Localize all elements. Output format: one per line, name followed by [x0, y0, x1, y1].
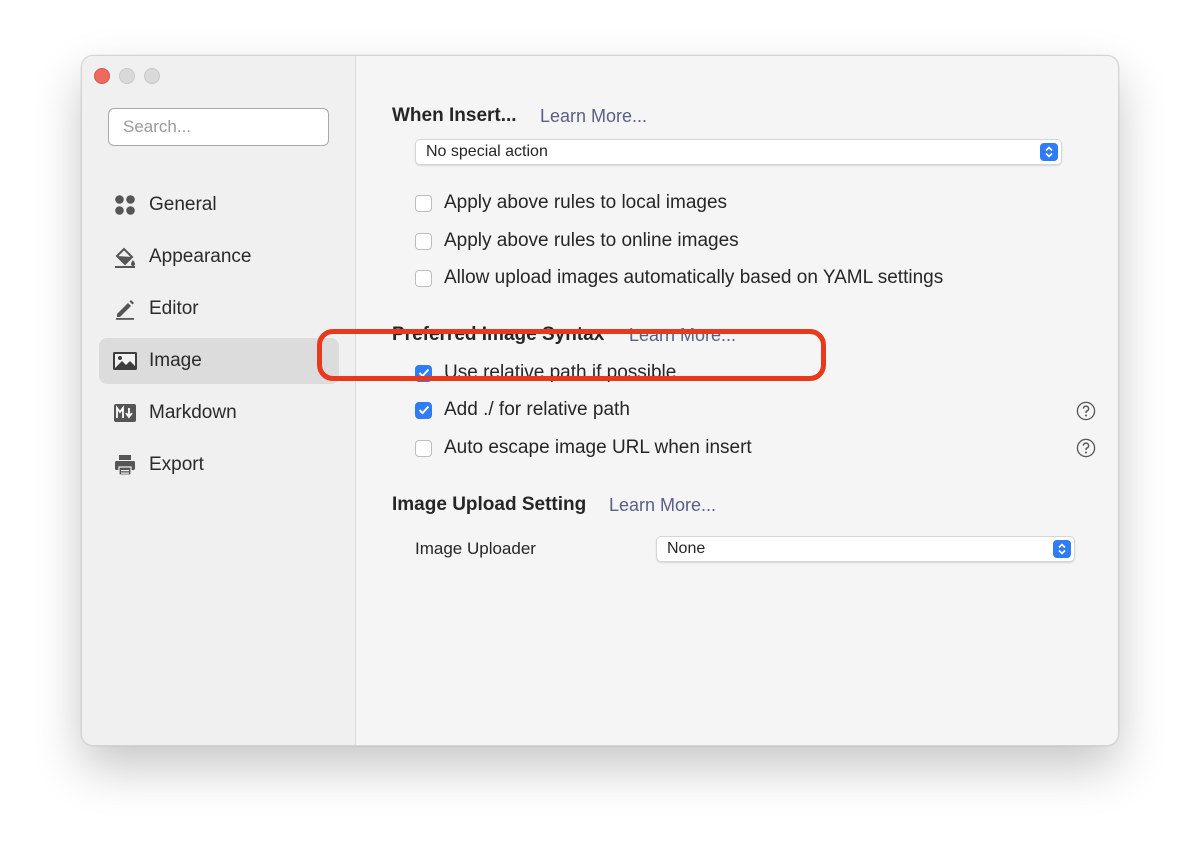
- sidebar-item-label: Editor: [149, 298, 199, 319]
- sidebar-item-label: Appearance: [149, 246, 252, 267]
- apply-local-images-checkbox[interactable]: [415, 194, 432, 212]
- option-label: Auto escape image URL when insert: [444, 437, 752, 458]
- option-label: Use relative path if possible: [444, 362, 677, 383]
- general-icon: [112, 192, 138, 218]
- image-uploader-label: Image Uploader: [415, 539, 536, 558]
- help-icon[interactable]: [1076, 438, 1096, 458]
- when-insert-learn-more-link[interactable]: Learn More...: [540, 106, 647, 127]
- option-label: Add ./ for relative path: [444, 399, 630, 420]
- relative-path-checkbox[interactable]: [415, 364, 432, 382]
- printer-icon: [112, 452, 138, 478]
- image-syntax-learn-more-link[interactable]: Learn More...: [629, 325, 736, 346]
- search-input[interactable]: [108, 108, 329, 146]
- option-label: Apply above rules to online images: [444, 230, 739, 251]
- yaml-upload-checkbox[interactable]: [415, 269, 432, 287]
- apply-online-images-option[interactable]: Apply above rules to online images: [415, 230, 739, 252]
- sidebar-item-appearance[interactable]: Appearance: [99, 234, 339, 280]
- yaml-upload-option[interactable]: Allow upload images automatically based …: [415, 267, 943, 289]
- upload-setting-learn-more-link[interactable]: Learn More...: [609, 495, 716, 516]
- minimize-window-button[interactable]: [119, 68, 135, 84]
- sidebar-item-general[interactable]: General: [99, 182, 339, 228]
- sidebar-item-label: General: [149, 194, 217, 215]
- when-insert-title: When Insert...: [392, 105, 517, 126]
- close-window-button[interactable]: [94, 68, 110, 84]
- image-uploader-select[interactable]: None: [656, 536, 1075, 562]
- when-insert-select-value: No special action: [426, 143, 548, 160]
- sidebar-item-label: Image: [149, 350, 202, 371]
- sidebar-item-label: Markdown: [149, 402, 237, 423]
- window-controls: [94, 68, 160, 84]
- sidebar-item-image[interactable]: Image: [99, 338, 339, 384]
- zoom-window-button[interactable]: [144, 68, 160, 84]
- select-stepper-icon: [1053, 540, 1071, 558]
- sidebar-item-label: Export: [149, 454, 204, 475]
- option-label: Apply above rules to local images: [444, 192, 728, 213]
- checkmark-icon: [418, 405, 429, 415]
- sidebar: General Appearance: [82, 56, 356, 745]
- sidebar-nav: General Appearance Editor Image Markdown…: [99, 182, 339, 494]
- add-dot-slash-checkbox[interactable]: [415, 401, 432, 419]
- apply-online-images-checkbox[interactable]: [415, 232, 432, 250]
- settings-panel: When Insert... Learn More... No special …: [356, 56, 1118, 745]
- sidebar-item-export[interactable]: Export: [99, 442, 339, 488]
- paint-bucket-icon: [112, 244, 138, 270]
- markdown-icon: [112, 400, 138, 426]
- sidebar-item-editor[interactable]: Editor: [99, 286, 339, 332]
- auto-escape-url-option[interactable]: Auto escape image URL when insert: [415, 437, 752, 459]
- option-label: Allow upload images automatically based …: [444, 267, 944, 288]
- when-insert-select[interactable]: No special action: [415, 139, 1062, 165]
- auto-escape-url-checkbox[interactable]: [415, 439, 432, 457]
- apply-local-images-option[interactable]: Apply above rules to local images: [415, 192, 727, 214]
- preferences-window: General Appearance: [81, 55, 1119, 746]
- upload-setting-title: Image Upload Setting: [392, 494, 587, 515]
- image-syntax-title: Preferred Image Syntax: [392, 324, 605, 345]
- relative-path-option[interactable]: Use relative path if possible: [415, 362, 676, 384]
- help-icon[interactable]: [1076, 401, 1096, 421]
- pencil-icon: [112, 296, 138, 322]
- image-icon: [112, 348, 138, 374]
- sidebar-item-markdown[interactable]: Markdown: [99, 390, 339, 436]
- checkmark-icon: [418, 368, 429, 378]
- add-dot-slash-option[interactable]: Add ./ for relative path: [415, 399, 630, 421]
- select-stepper-icon: [1040, 143, 1058, 161]
- image-uploader-value: None: [667, 540, 706, 557]
